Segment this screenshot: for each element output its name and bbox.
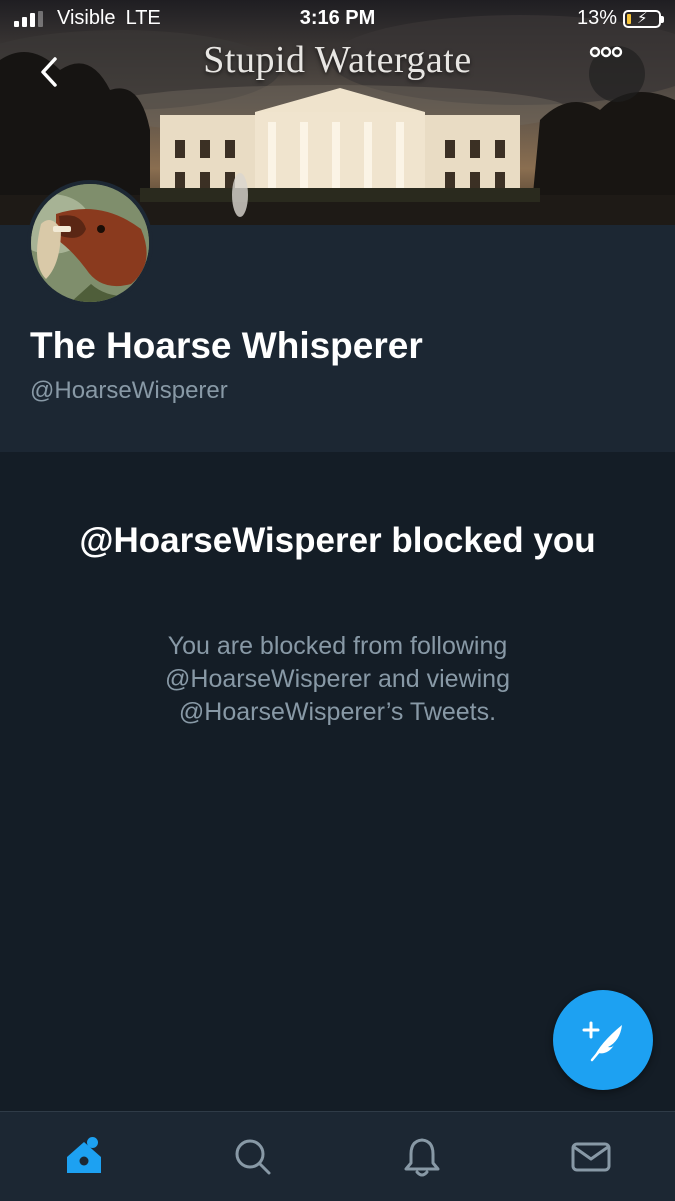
tab-notifications[interactable] (382, 1122, 462, 1192)
tab-messages[interactable] (551, 1122, 631, 1192)
status-right: 13% ⚡ (576, 7, 664, 30)
banner-caption: Stupid Watergate (203, 39, 472, 81)
home-icon (67, 1141, 102, 1173)
profile-handle: @HoarseWisperer (30, 377, 228, 404)
bell-icon (404, 1138, 440, 1176)
tab-home[interactable] (44, 1122, 124, 1192)
status-bar: Visible LTE 3:16 PM 13% ⚡ (0, 0, 675, 38)
battery-fill (627, 13, 631, 24)
blocked-title: @HoarseWisperer blocked you (79, 521, 596, 560)
mail-icon (571, 1142, 611, 1171)
compose-tweet-button[interactable] (553, 990, 653, 1090)
more-options-button[interactable] (589, 46, 645, 102)
horse-avatar-image (31, 184, 149, 302)
blocked-message: You are blocked from following @HoarseWi… (165, 632, 510, 726)
charging-bolt-icon: ⚡ (637, 9, 648, 27)
search-icon (235, 1139, 271, 1174)
back-button[interactable] (38, 56, 78, 96)
battery-percent: 13% (576, 7, 617, 29)
tab-bar (0, 1111, 675, 1201)
avatar[interactable] (27, 180, 153, 306)
battery-icon: ⚡ (623, 9, 664, 28)
tab-search[interactable] (213, 1122, 293, 1192)
compose-feather-icon (582, 1021, 622, 1062)
new-content-dot (87, 1136, 99, 1148)
chevron-left-icon (41, 57, 57, 87)
status-time: 3:16 PM (299, 7, 376, 29)
more-dots-icon (589, 46, 623, 58)
profile-display-name: The Hoarse Whisperer (30, 325, 423, 366)
